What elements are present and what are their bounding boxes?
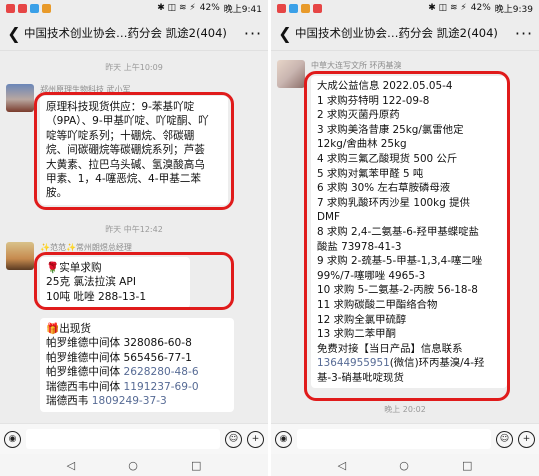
line-text: 帕罗维德中间体 565456-77-1 (46, 351, 192, 364)
line-text: 瑞德西韦 (46, 395, 92, 408)
message-line: 瑞德西韦中间体 1191237-69-0 (46, 380, 228, 394)
system-nav-bar: ◁ ○ □ (0, 454, 268, 476)
plus-icon[interactable]: + (247, 430, 264, 448)
line-link[interactable]: 1191237-69-0 (124, 381, 199, 393)
message-list[interactable]: 昨天 上午10:09 郑州原理生物科技 武小军 原理科技现货供应：9-苯基吖啶 … (0, 52, 268, 424)
emoji-icon[interactable]: ☺ (496, 430, 513, 448)
app-icon (18, 3, 27, 13)
app-icon (289, 3, 298, 13)
clock: 晚上9:39 (494, 4, 533, 15)
right-chat-screen: ✱ ◫ ≋ ⚡ 42% 晚上9:39 ❮ 中国技术创业协会…药分会 凯途2(40… (271, 0, 539, 476)
highlight-box (34, 252, 234, 310)
app-icon (6, 3, 15, 13)
message-bubble[interactable]: 🎁出现货 帕罗维德中间体 328086-60-8 帕罗维德中间体 565456-… (40, 318, 234, 413)
avatar[interactable] (277, 60, 305, 88)
chat-title: 中国技术创业协会…药分会 凯途2(404) (295, 26, 498, 40)
message-line: 🎁出现货 (46, 322, 228, 336)
status-bar: ✱ ◫ ≋ ⚡ 42% 晚上9:39 (271, 0, 539, 16)
nav-home-icon[interactable]: ○ (128, 459, 138, 472)
app-icon (30, 3, 39, 13)
input-bar: ◉ ☺ + (271, 423, 539, 454)
battery-level: 42% (470, 3, 491, 13)
chat-header: ❮ 中国技术创业协会…药分会 凯途2(404) ··· (271, 16, 539, 51)
system-icons: ✱ ◫ ≋ ⚡ (157, 3, 196, 13)
status-bar: ✱ ◫ ≋ ⚡ 42% 晚上9:41 (0, 0, 268, 16)
line-text: 瑞德西韦中间体 (46, 380, 124, 393)
voice-icon[interactable]: ◉ (4, 430, 21, 448)
system-icons: ✱ ◫ ≋ ⚡ (428, 3, 467, 13)
clock: 晚上9:41 (223, 4, 262, 15)
message-input[interactable] (26, 429, 220, 449)
input-bar: ◉ ☺ + (0, 423, 268, 454)
app-icon (313, 3, 322, 13)
notification-icons (6, 3, 51, 13)
app-icon (301, 3, 310, 13)
nav-back-icon[interactable]: ◁ (338, 459, 346, 472)
line-link[interactable]: 2628280-48-6 (124, 366, 199, 378)
emoji-icon[interactable]: ☺ (225, 430, 242, 448)
message-list[interactable]: 中草大连写文所 环丙基溴 大成公益信息 2022.05.05-4 1 求购芬特明… (271, 52, 539, 424)
highlight-box (304, 71, 510, 401)
message-line: 帕罗维德中间体 2628280-48-6 (46, 365, 228, 379)
system-nav-bar: ◁ ○ □ (271, 454, 539, 476)
highlight-box (34, 92, 234, 210)
plus-icon[interactable]: + (518, 430, 535, 448)
timestamp: 昨天 中午12:42 (105, 225, 163, 234)
sender-name: 中草大连写文所 环丙基溴 (311, 61, 402, 70)
back-icon[interactable]: ❮ (4, 24, 24, 43)
line-text: 帕罗维德中间体 (46, 366, 124, 379)
notification-icons (277, 3, 322, 13)
nav-home-icon[interactable]: ○ (399, 459, 409, 472)
app-icon (42, 3, 51, 13)
more-icon[interactable]: ··· (242, 24, 264, 43)
chat-header: ❮ 中国技术创业协会…药分会 凯途2(404) ··· (0, 16, 268, 51)
more-icon[interactable]: ··· (513, 24, 535, 43)
avatar[interactable] (6, 242, 34, 270)
back-icon[interactable]: ❮ (275, 24, 295, 43)
nav-recent-icon[interactable]: □ (191, 459, 201, 472)
nav-recent-icon[interactable]: □ (462, 459, 472, 472)
timestamp: 昨天 上午10:09 (105, 63, 163, 72)
message-input[interactable] (297, 429, 491, 449)
left-chat-screen: ✱ ◫ ≋ ⚡ 42% 晚上9:41 ❮ 中国技术创业协会…药分会 凯途2(40… (0, 0, 268, 476)
chat-title: 中国技术创业协会…药分会 凯途2(404) (24, 26, 227, 40)
line-link[interactable]: 1809249-37-3 (92, 395, 167, 407)
line-text: 帕罗维德中间体 328086-60-8 (46, 337, 192, 350)
app-icon (277, 3, 286, 13)
message-line: 帕罗维德中间体 328086-60-8 (46, 336, 228, 350)
line-text: 🎁出现货 (46, 323, 91, 335)
nav-back-icon[interactable]: ◁ (67, 459, 75, 472)
message-line: 瑞德西韦 1809249-37-3 (46, 394, 228, 408)
voice-icon[interactable]: ◉ (275, 430, 292, 448)
timestamp: 晚上 20:02 (384, 405, 426, 414)
avatar[interactable] (6, 84, 34, 112)
message-line: 帕罗维德中间体 565456-77-1 (46, 351, 228, 365)
battery-level: 42% (199, 3, 220, 13)
